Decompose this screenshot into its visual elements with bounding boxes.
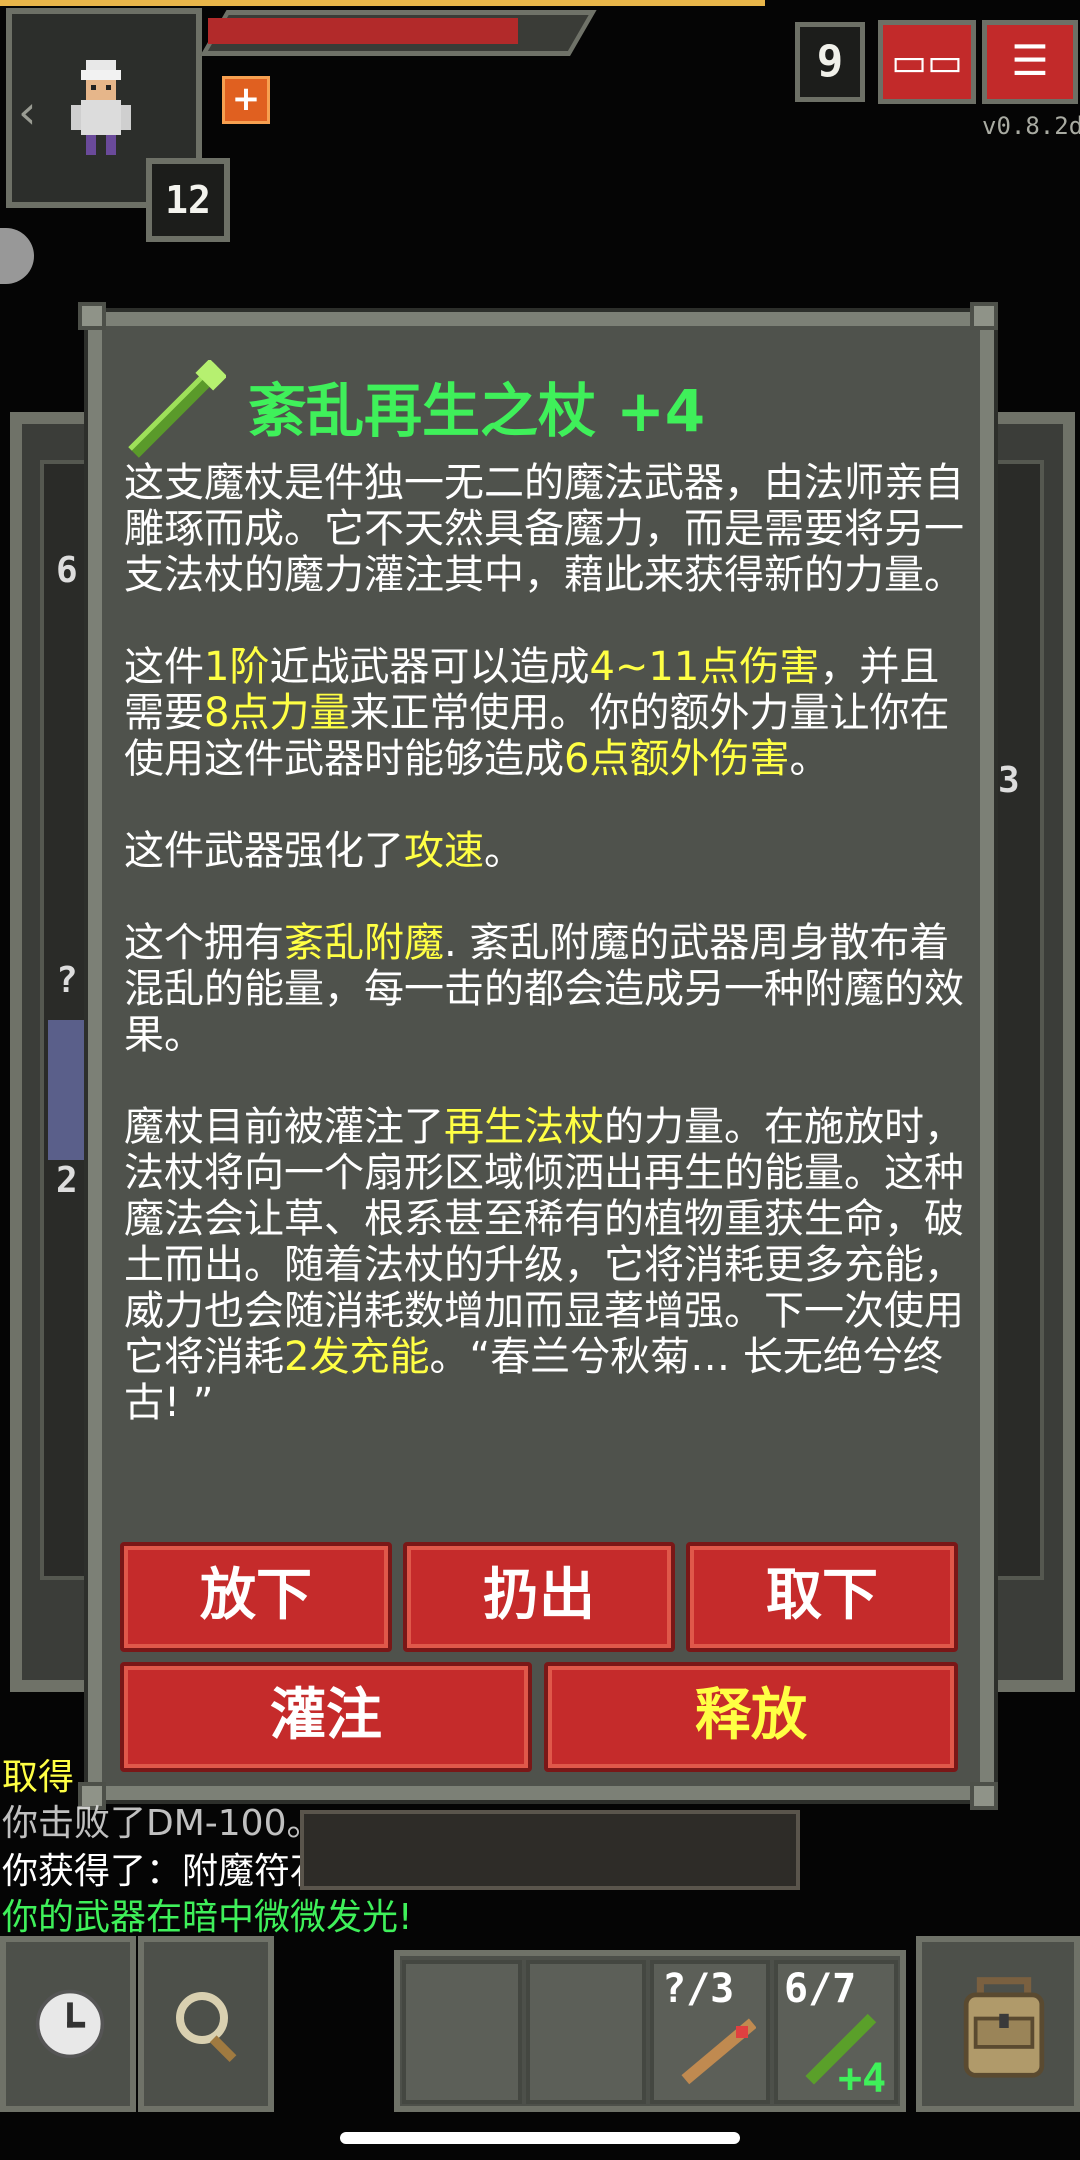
dialog-corner	[970, 302, 998, 330]
background-glyph: 6	[56, 550, 78, 591]
backpack-button[interactable]	[916, 1936, 1080, 2112]
back-arrow-icon: ‹	[18, 85, 37, 139]
strength-highlight: 8点力量	[204, 690, 350, 736]
damage-highlight: 4~11点伤害	[589, 644, 820, 690]
item-title: 紊乱再生之杖 +4	[248, 377, 706, 445]
time-of-day-icon	[0, 228, 34, 284]
item-description: 这支魔杖是件独一无二的魔法武器，由法师亲自雕琢而成。它不天然具备魔力，而是需要将…	[124, 460, 964, 1472]
description-paragraph-imbued-wand: 魔杖目前被灌注了再生法杖的力量。在施放时，法杖将向一个扇形区域倾洒出再生的能量。…	[124, 1104, 964, 1426]
tier-highlight: 1阶	[204, 644, 270, 690]
unequip-button[interactable]: 取下	[686, 1542, 958, 1652]
description-paragraph-stats: 这件1阶近战武器可以造成4~11点伤害，并且需要8点力量来正常使用。你的额外力量…	[124, 644, 950, 782]
journal-button[interactable]: ▭▭	[878, 20, 976, 104]
quickslot-equipped-wand[interactable]: 6/7 +4	[774, 1960, 898, 2104]
charge-cost-highlight: 2发充能	[284, 1334, 430, 1380]
hero-sprite-icon	[71, 60, 131, 155]
background-glyph: 2	[56, 1160, 78, 1201]
imbue-button[interactable]: 灌注	[120, 1662, 532, 1772]
release-button[interactable]: 释放	[544, 1662, 958, 1772]
throw-button[interactable]: 扔出	[403, 1542, 675, 1652]
log-line: 你的武器在暗中微微发光!	[2, 1897, 413, 1938]
background-glyph: 3	[998, 760, 1020, 801]
background-glyph: ?	[56, 960, 78, 1001]
menu-button[interactable]: ☰	[982, 20, 1078, 104]
backpack-icon	[963, 1977, 1045, 2078]
health-bar-fill	[208, 18, 518, 44]
quickslot-empty[interactable]	[526, 1960, 646, 2104]
buff-icon[interactable]: +	[222, 76, 270, 124]
home-indicator[interactable]	[340, 2132, 740, 2144]
imbued-wand-highlight: 再生法杖	[444, 1104, 604, 1150]
experience-bar	[0, 0, 765, 6]
wait-button[interactable]	[0, 1936, 136, 2112]
description-paragraph-enchant: 这个拥有紊乱附魔. 紊乱附魔的武器周身散布着混乱的能量，每一击的都会造成另一种附…	[124, 920, 964, 1058]
search-icon	[176, 1992, 237, 2063]
dialog-corner	[78, 302, 106, 330]
quickslot-empty[interactable]	[402, 1960, 522, 2104]
quickslot-wand[interactable]: ?/3	[650, 1960, 770, 2104]
augment-highlight: 攻速	[404, 828, 484, 874]
menu-icon: ☰	[1011, 36, 1049, 85]
log-line: 取得	[2, 1757, 75, 1798]
wand-icon	[681, 2018, 756, 2085]
description-paragraph-lore: 这支魔杖是件独一无二的魔法武器，由法师亲自雕琢而成。它不天然具备魔力，而是需要将…	[124, 460, 964, 598]
enchant-highlight: 紊乱附魔	[284, 920, 444, 966]
hero-level-badge: 12	[146, 158, 230, 242]
dungeon-floor	[300, 1810, 800, 1890]
description-paragraph-augment: 这件武器强化了攻速。	[124, 828, 524, 874]
clock-icon	[35, 1989, 105, 2059]
dialog-corner	[970, 1782, 998, 1810]
bonus-damage-highlight: 6点额外伤害	[564, 736, 790, 782]
drop-button[interactable]: 放下	[120, 1542, 392, 1652]
magic-wand-icon	[128, 360, 226, 458]
log-line: 你击败了DM-100。	[2, 1803, 323, 1844]
version-label: v0.8.2d	[982, 112, 1080, 140]
dungeon-depth-indicator[interactable]: 9	[795, 22, 865, 102]
search-button[interactable]	[138, 1936, 274, 2112]
journal-icon: ▭▭	[891, 40, 963, 84]
